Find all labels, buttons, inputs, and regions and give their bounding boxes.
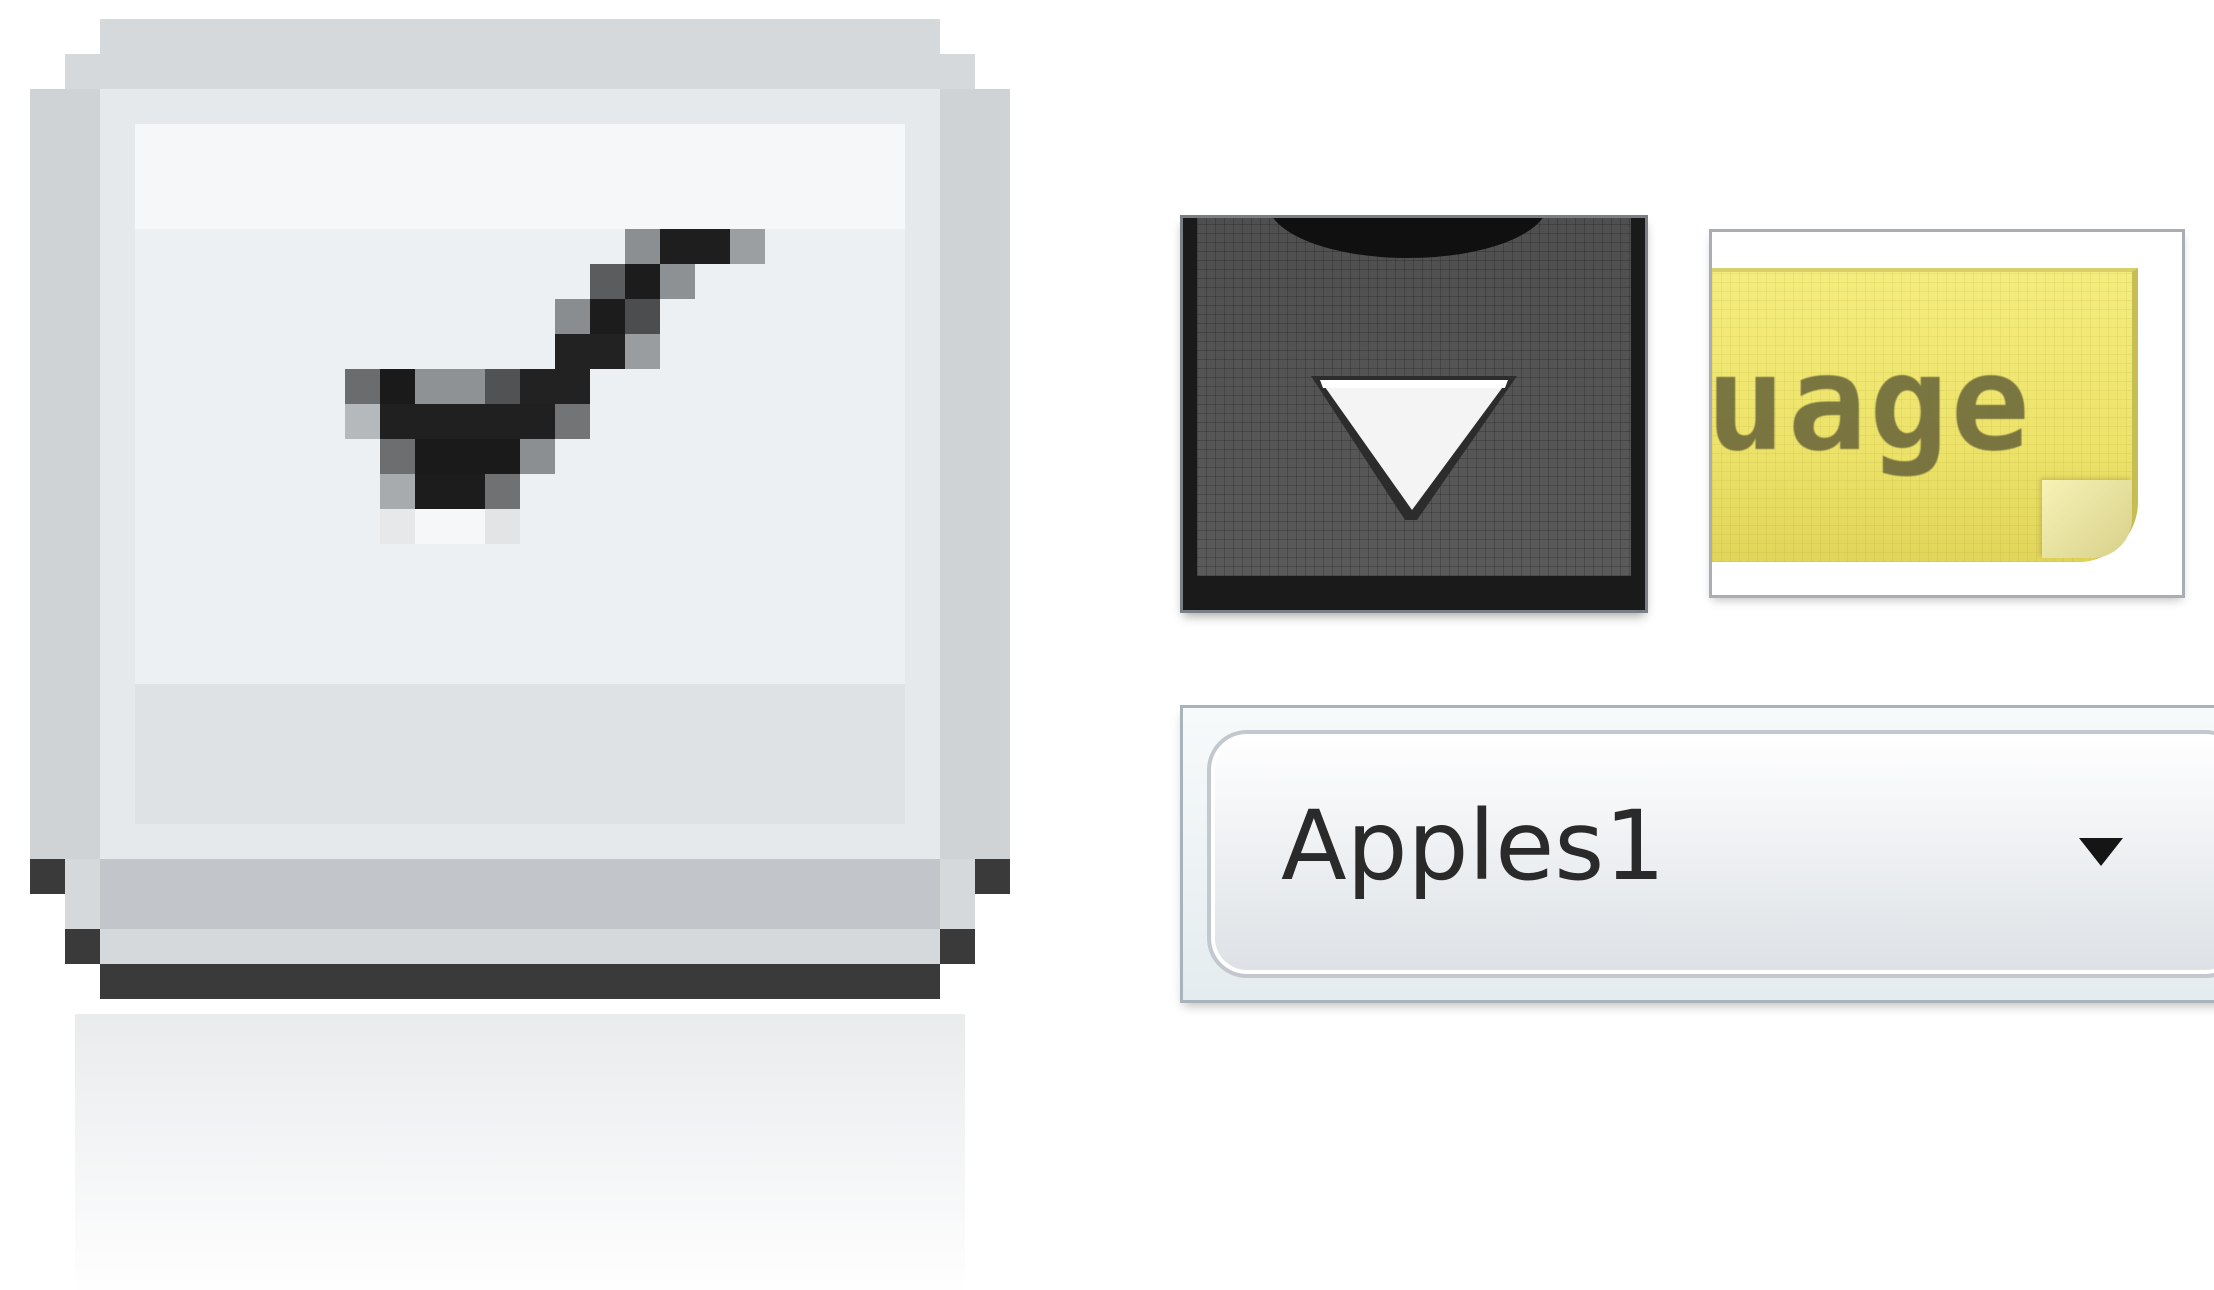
checkbox-button[interactable]	[30, 14, 1010, 1290]
dropdown-arrow-icon	[1311, 376, 1517, 520]
label-tag-tile[interactable]: uage	[1709, 229, 2185, 598]
checkbox-reflection	[75, 1014, 965, 1290]
chevron-down-icon[interactable]	[2079, 838, 2123, 866]
combobox-selected-value: Apples1	[1281, 790, 1666, 902]
label-tag-fold	[2042, 480, 2132, 558]
combobox-frame: Apples1	[1180, 705, 2214, 1003]
label-tag-text: uage	[1712, 327, 2032, 481]
stage: uage Apples1	[0, 0, 2214, 1290]
dropdown-arrow-tile[interactable]	[1180, 215, 1648, 613]
fruit-combobox[interactable]: Apples1	[1207, 730, 2214, 978]
checkmark-icon	[30, 19, 1010, 999]
